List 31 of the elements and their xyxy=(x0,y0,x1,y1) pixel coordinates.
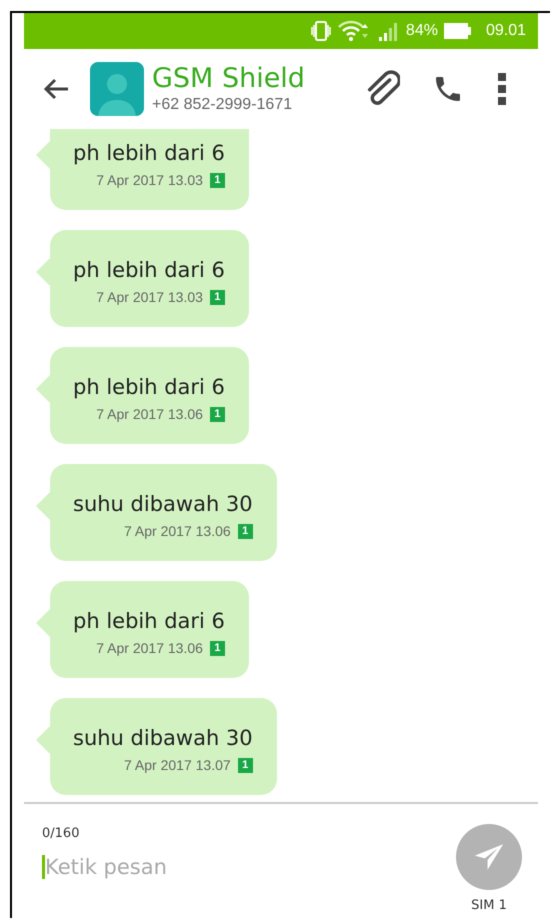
phone-number: +62 852-2999-1671 xyxy=(152,96,294,114)
clock: 09.01 xyxy=(486,22,526,40)
character-counter: 0/160 xyxy=(42,826,80,841)
sim-label: SIM 1 xyxy=(471,898,507,913)
message-text: suhu dibawah 30 xyxy=(73,491,253,518)
contact-avatar xyxy=(90,62,144,116)
sim-badge: 1 xyxy=(210,172,225,188)
message-text: suhu dibawah 30 xyxy=(73,725,253,752)
message-text: ph lebih dari 6 xyxy=(73,257,225,284)
message-input-field[interactable]: Ketik pesan xyxy=(42,855,292,879)
contact-name: GSM Shield xyxy=(152,64,306,94)
message-time: 7 Apr 2017 13.06 xyxy=(96,406,203,422)
more-options-icon xyxy=(496,71,508,107)
message-time: 7 Apr 2017 13.07 xyxy=(124,757,231,773)
message-text: ph lebih dari 6 xyxy=(73,140,225,167)
message-text: ph lebih dari 6 xyxy=(73,608,225,635)
message-text: ph lebih dari 6 xyxy=(73,374,225,401)
battery-icon xyxy=(444,22,472,40)
signal-icon xyxy=(378,20,400,42)
battery-percent: 84% xyxy=(406,22,438,40)
sim-badge: 1 xyxy=(210,640,225,656)
vibrate-icon xyxy=(310,20,332,42)
back-arrow-icon xyxy=(42,77,70,101)
sim-badge: 1 xyxy=(238,524,253,538)
sim-badge: 1 xyxy=(210,290,225,304)
message-time: 7 Apr 2017 13.03 xyxy=(96,172,203,188)
sim-badge: 1 xyxy=(238,758,253,772)
message-time: 7 Apr 2017 13.06 xyxy=(124,523,231,539)
message-time: 7 Apr 2017 13.06 xyxy=(96,640,203,656)
sim-badge: 1 xyxy=(210,406,225,422)
message-time: 7 Apr 2017 13.03 xyxy=(96,289,203,305)
